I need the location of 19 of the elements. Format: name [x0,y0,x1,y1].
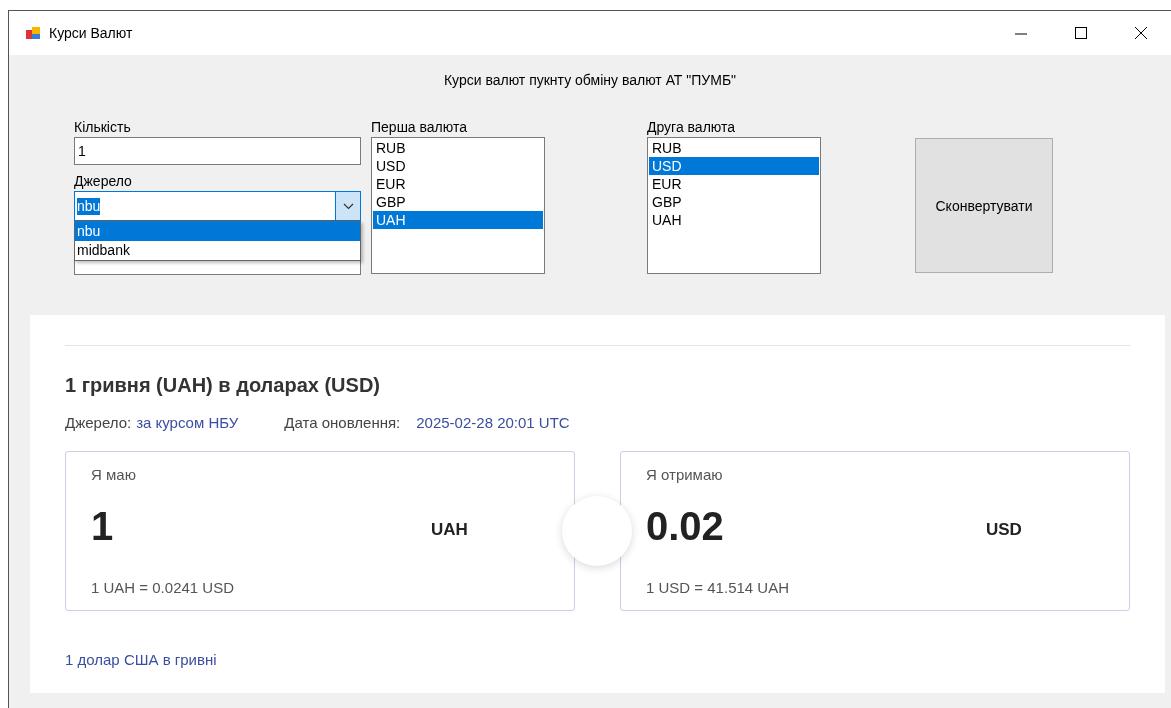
source-label: Джерело: [65,414,132,431]
currency-code: UAH [431,520,468,540]
selected-value: nbu [77,197,101,215]
exchange-rate: 1 UAH = 0.0241 USD [91,579,235,596]
field-label: Перша валюта [371,118,468,137]
exchange-rate: 1 USD = 41.514 UAH [646,579,790,596]
amount-value: 0.02 [646,503,725,549]
currency-code: USD [986,520,1022,540]
result-title: 1 гривня (UAH) в доларах (USD) [65,374,381,398]
header-label: Курси валют пукнту обміну валют АТ "ПУМБ" [442,71,738,90]
field-label: Кількість [74,118,132,137]
card-label: Я маю [91,466,137,483]
date-value: 2025-02-28 20:01 UTC [416,414,570,431]
field-label: Джерело [74,172,133,191]
window-title: Курси Валют [49,25,133,41]
card-label: Я отримаю [646,466,724,483]
field-label: Друга валюта [647,118,737,137]
date-label: Дата оновлення: [284,414,401,431]
amount-value: 1 [91,503,115,549]
